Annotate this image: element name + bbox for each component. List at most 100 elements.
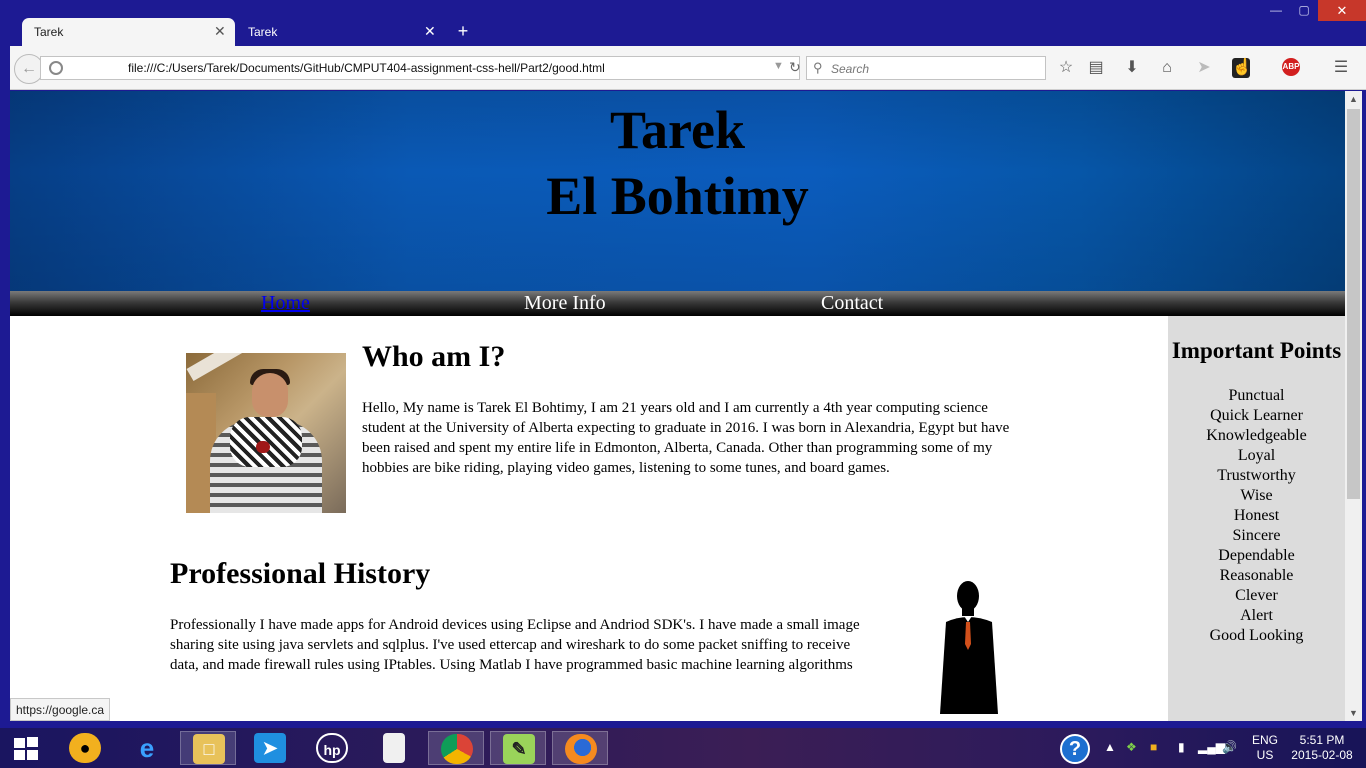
status-tooltip: https://google.ca (10, 698, 111, 721)
rocket-app-icon: ➤ (254, 733, 286, 763)
minimize-icon: — (1270, 3, 1282, 17)
tab-close-icon[interactable]: ✕ (214, 23, 226, 40)
site-header: Tarek El Bohtimy (10, 91, 1345, 291)
site-title-line1: Tarek (609, 100, 746, 160)
home-icon[interactable]: ⌂ (1157, 58, 1177, 78)
taskbar-notepad-plus-plus[interactable]: ✎ (490, 731, 546, 765)
scrollbar[interactable]: ▲ ▼ (1345, 91, 1362, 721)
site-title-line2: El Bohtimy (546, 166, 809, 226)
taskbar-file-explorer[interactable]: □ (180, 731, 236, 765)
history-text: Professionally I have made apps for Andr… (170, 617, 860, 673)
menu-icon[interactable]: ☰ (1331, 58, 1351, 78)
minimize-button[interactable]: — (1262, 0, 1290, 21)
region-code: US (1256, 748, 1274, 762)
media-player-icon: ● (69, 733, 101, 763)
download-icon[interactable]: ⬇ (1122, 58, 1142, 78)
site-nav: Home More Info Contact (10, 291, 1345, 316)
title-bar: — ▢ ✕ Tarek ✕ Tarek ✕ + (0, 0, 1366, 46)
tray-app-icon[interactable]: ■ (1150, 740, 1157, 754)
photo-face (252, 373, 288, 417)
language-indicator[interactable]: ENG US (1252, 733, 1278, 763)
firefox-icon (565, 734, 597, 764)
browser-window: — ▢ ✕ Tarek ✕ Tarek ✕ + ← file:///C:/Use… (0, 0, 1366, 728)
bookmark-star-icon[interactable]: ☆ (1056, 58, 1076, 78)
nav-link-home[interactable]: Home (261, 292, 310, 315)
sidebar: Important Points Punctual Quick Learner … (1168, 316, 1345, 721)
clock[interactable]: 5:51 PM 2015-02-08 (1290, 733, 1354, 763)
maximize-button[interactable]: ▢ (1290, 0, 1318, 21)
tab-inactive[interactable]: Tarek ✕ (236, 18, 442, 46)
clock-time: 5:51 PM (1299, 733, 1345, 747)
language-code: ENG (1252, 733, 1279, 747)
dropbox-icon[interactable]: ❖ (1126, 740, 1137, 754)
taskbar-hp[interactable]: hp (304, 731, 360, 765)
list-item: Honest (1233, 507, 1280, 524)
navigation-toolbar: ← file:///C:/Users/Tarek/Documents/GitHu… (10, 46, 1366, 90)
list-item: Punctual (1228, 387, 1285, 404)
show-hidden-icons-icon[interactable]: ▲ (1104, 740, 1116, 754)
close-window-button[interactable]: ✕ (1318, 0, 1366, 21)
start-pane (14, 750, 25, 760)
reload-icon[interactable]: ↻ (789, 59, 801, 76)
taskbar-file[interactable] (366, 731, 422, 765)
nav-link-more-info[interactable]: More Info (524, 292, 606, 315)
taskbar-media-player[interactable]: ● (57, 731, 113, 765)
list-item: Good Looking (1209, 627, 1304, 644)
extension-icon[interactable]: ☝ (1232, 58, 1252, 78)
stair-rail (186, 353, 246, 382)
site-title: Tarek El Bohtimy (10, 97, 1345, 229)
start-icon[interactable] (14, 737, 40, 761)
list-item: Reasonable (1219, 567, 1294, 584)
adblock-icon[interactable]: ABP (1282, 58, 1300, 76)
tab-close-icon[interactable]: ✕ (424, 23, 436, 40)
scroll-down-icon[interactable]: ▼ (1345, 705, 1362, 721)
page-viewport: Tarek El Bohtimy Home More Info Contact … (10, 91, 1345, 721)
file-explorer-icon: □ (193, 734, 225, 764)
url-text[interactable]: file:///C:/Users/Tarek/Documents/GitHub/… (128, 61, 605, 75)
list-item: Clever (1235, 587, 1278, 604)
tab-label: Tarek (34, 25, 64, 39)
help-icon[interactable]: ? (1060, 734, 1090, 764)
list-item: Sincere (1232, 527, 1281, 544)
hp-icon: hp (316, 733, 348, 763)
list-item: Knowledgeable (1206, 427, 1307, 444)
who-heading: Who am I? (362, 340, 506, 373)
reading-list-icon[interactable]: ▤ (1086, 58, 1106, 78)
businessman-silhouette-image (940, 581, 998, 714)
chrome-icon (441, 734, 473, 764)
start-pane (27, 750, 38, 760)
search-icon: ⚲ (813, 60, 823, 75)
maximize-icon: ▢ (1298, 3, 1310, 17)
list-item: Wise (1240, 487, 1273, 504)
volume-icon[interactable]: 🔊 (1222, 740, 1237, 754)
taskbar: ● e □ ➤ hp ✎ ? ▲ ❖ ■ ▮ ▂▄▆ 🔊 ENG US 5:51… (0, 728, 1366, 768)
start-pane (27, 737, 38, 747)
close-icon: ✕ (1336, 3, 1348, 18)
chevron-down-icon[interactable]: ▼ (773, 60, 784, 72)
tab-active[interactable]: Tarek ✕ (22, 18, 235, 46)
clock-date: 2015-02-08 (1291, 748, 1353, 762)
search-input[interactable]: ⚲ Search (806, 56, 1046, 80)
scroll-up-icon[interactable]: ▲ (1345, 91, 1362, 107)
notepad-plus-plus-icon: ✎ (503, 734, 535, 764)
battery-icon[interactable]: ▮ (1178, 740, 1185, 754)
scroll-thumb[interactable] (1347, 109, 1360, 499)
list-item: Loyal (1237, 447, 1276, 464)
taskbar-firefox[interactable] (552, 731, 608, 765)
taskbar-internet-explorer[interactable]: e (119, 731, 175, 765)
network-signal-icon[interactable]: ▂▄▆ (1198, 740, 1225, 754)
file-icon (383, 733, 405, 763)
taskbar-rocket-app[interactable]: ➤ (242, 731, 298, 765)
globe-icon (49, 61, 63, 75)
nav-link-contact[interactable]: Contact (821, 292, 883, 315)
new-tab-button[interactable]: + (455, 21, 471, 41)
list-item: Trustworthy (1217, 467, 1296, 484)
sidebar-list: Punctual Quick Learner Knowledgeable Loy… (1168, 386, 1345, 646)
start-pane (14, 738, 25, 748)
share-icon[interactable]: ➤ (1194, 58, 1214, 78)
internet-explorer-icon: e (139, 733, 155, 763)
tab-label: Tarek (248, 25, 278, 39)
who-text: Hello, My name is Tarek El Bohtimy, I am… (362, 400, 1010, 476)
url-bar[interactable]: file:///C:/Users/Tarek/Documents/GitHub/… (40, 56, 801, 80)
taskbar-chrome[interactable] (428, 731, 484, 765)
